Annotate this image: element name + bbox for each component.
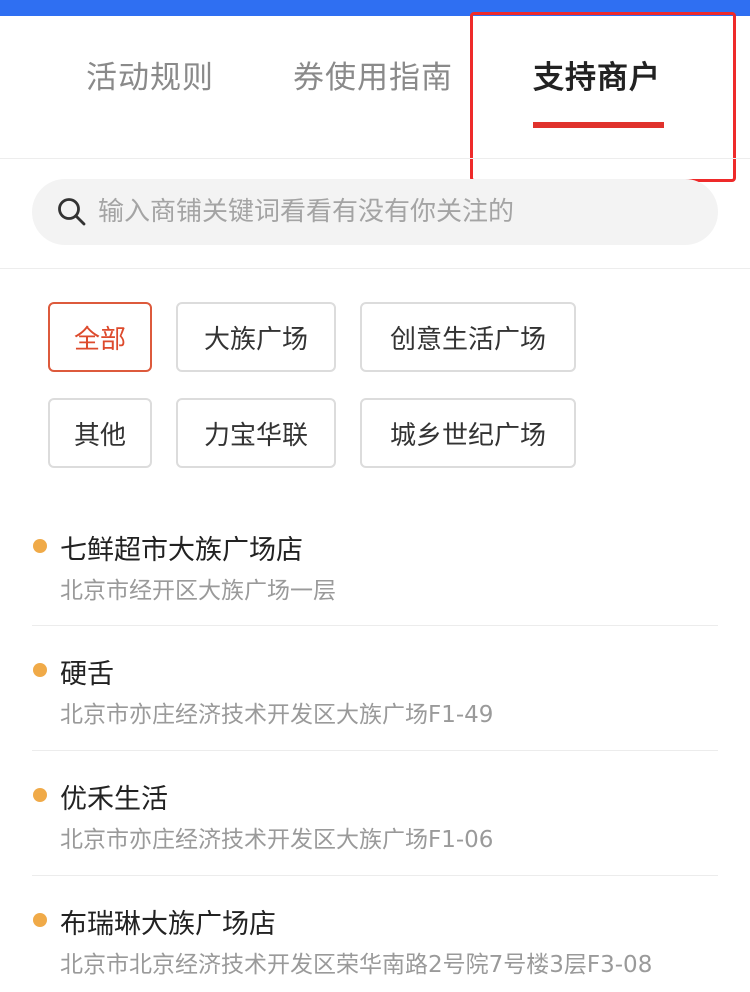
search-input[interactable] — [98, 179, 698, 245]
bullet-dot — [33, 663, 47, 677]
store-name: 优禾生活 — [60, 784, 168, 815]
filter-chip-other[interactable]: 其他 — [48, 398, 152, 468]
tab-activity-rules[interactable]: 活动规则 — [86, 52, 214, 97]
bullet-dot — [33, 539, 47, 553]
store-item[interactable]: 硬舌 北京市亦庄经济技术开发区大族广场F1-49 — [32, 652, 718, 732]
list-divider — [32, 875, 718, 876]
filter-chip-urban-rural-century-plaza[interactable]: 城乡世纪广场 — [360, 398, 576, 468]
search-icon — [58, 198, 86, 226]
store-address: 北京市亦庄经济技术开发区大族广场F1-49 — [60, 702, 494, 728]
header-divider — [0, 158, 750, 159]
store-address: 北京市经开区大族广场一层 — [60, 578, 336, 604]
filter-chip-all[interactable]: 全部 — [48, 302, 152, 372]
tab-coupon-guide[interactable]: 券使用指南 — [293, 52, 453, 97]
store-name: 布瑞琳大族广场店 — [60, 909, 276, 940]
store-item[interactable]: 优禾生活 北京市亦庄经济技术开发区大族广场F1-06 — [32, 777, 718, 857]
bullet-dot — [33, 788, 47, 802]
highlight-annotation-box — [470, 12, 736, 182]
store-address: 北京市亦庄经济技术开发区大族广场F1-06 — [60, 827, 494, 853]
filter-chip-creative-life-plaza[interactable]: 创意生活广场 — [360, 302, 576, 372]
bullet-dot — [33, 913, 47, 927]
store-item[interactable]: 布瑞琳大族广场店 北京市北京经济技术开发区荣华南路2号院7号楼3层F3-08 — [32, 902, 718, 982]
search-bar[interactable] — [32, 179, 718, 245]
filter-chip-libao-hualian[interactable]: 力宝华联 — [176, 398, 336, 468]
store-name: 七鲜超市大族广场店 — [60, 535, 303, 566]
search-divider — [0, 268, 750, 269]
store-address: 北京市北京经济技术开发区荣华南路2号院7号楼3层F3-08 — [60, 952, 653, 978]
store-name: 硬舌 — [60, 659, 114, 690]
list-divider — [32, 625, 718, 626]
store-item[interactable]: 七鲜超市大族广场店 北京市经开区大族广场一层 — [32, 528, 718, 608]
list-divider — [32, 750, 718, 751]
filter-chip-dazu-plaza[interactable]: 大族广场 — [176, 302, 336, 372]
